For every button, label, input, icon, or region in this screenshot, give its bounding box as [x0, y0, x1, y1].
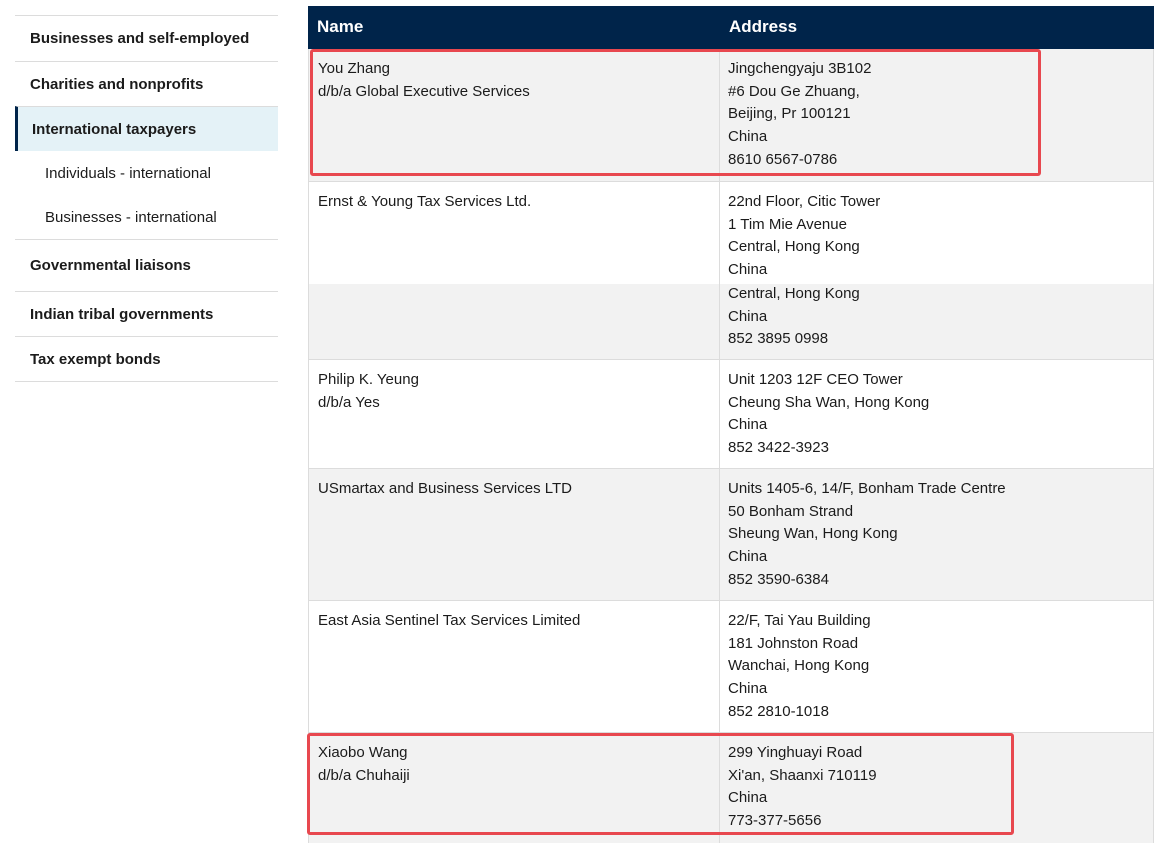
table-row: You Zhang d/b/a Global Executive Service… [308, 49, 1154, 182]
sidebar-item-label: Businesses - international [45, 208, 217, 226]
sidebar-item-international-taxpayers[interactable]: International taxpayers [15, 106, 278, 151]
name-line: You Zhang [318, 60, 391, 77]
name-line: Xiaobo Wang [318, 744, 408, 761]
name-line: d/b/a Yes [318, 393, 380, 411]
address-line: Wanchai, Hong Kong [728, 657, 870, 675]
sidebar-item-label: Governmental liaisons [30, 257, 191, 274]
sidebar-item-label: Individuals - international [45, 164, 211, 182]
address-cell: Unit 1203 12F CEO Tower Cheung Sha Wan, … [720, 360, 1154, 468]
address-line: 22/F, Tai Yau Building [728, 612, 871, 629]
address-line: China [728, 789, 768, 807]
address-line: China [728, 548, 768, 566]
name-cell: Xiaobo Wang d/b/a Chuhaiji [308, 733, 720, 843]
name-cell: East Asia Sentinel Tax Services Limited [308, 601, 720, 732]
address-cell: Jingchengyaju 3B102 #6 Dou Ge Zhuang, Be… [720, 49, 1154, 181]
preparers-table: Name Address You Zhang d/b/a Global Exec… [308, 6, 1154, 843]
sidebar-item-label: Tax exempt bonds [30, 350, 161, 368]
column-header-name: Name [317, 17, 364, 36]
address-line: China [728, 680, 768, 698]
name-line: Philip K. Yeung [318, 371, 419, 388]
table-row: Ernst & Young Tax Services Ltd. 22nd Flo… [308, 182, 1154, 360]
address-line: 1 Tim Mie Avenue [728, 215, 847, 233]
address-cell: 299 Yinghuayi Road Xi'an, Shaanxi 710119… [720, 733, 1154, 843]
name-line: d/b/a Chuhaiji [318, 766, 410, 784]
sidebar-divider [15, 381, 278, 382]
address-line: Sheung Wan, Hong Kong [728, 525, 898, 543]
sidebar-item-charities-nonprofits[interactable]: Charities and nonprofits [15, 61, 278, 106]
sidebar-nav: Businesses and self-employed Charities a… [15, 15, 278, 382]
name-cell: Ernst & Young Tax Services Ltd. [308, 182, 720, 359]
address-line: Beijing, Pr 100121 [728, 105, 851, 123]
address-line: 22nd Floor, Citic Tower [728, 193, 881, 210]
name-line: d/b/a Global Executive Services [318, 82, 530, 100]
address-line: Central, Hong Kong [728, 238, 860, 256]
address-line: Xi'an, Shaanxi 710119 [728, 766, 877, 784]
name-line: USmartax and Business Services LTD [318, 480, 572, 497]
address-line: Jingchengyaju 3B102 [728, 60, 872, 77]
address-line: China [728, 128, 768, 146]
address-line: Unit 1203 12F CEO Tower [728, 371, 903, 388]
address-line: 852 3590-6384 [728, 570, 829, 588]
address-cell: Units 1405-6, 14/F, Bonham Trade Centre … [720, 469, 1154, 600]
address-line: China [728, 416, 768, 434]
table-row: East Asia Sentinel Tax Services Limited … [308, 601, 1154, 733]
sidebar-item-tax-exempt-bonds[interactable]: Tax exempt bonds [15, 336, 278, 381]
table-row: Philip K. Yeung d/b/a Yes Unit 1203 12F … [308, 360, 1154, 469]
address-line: 852 2810-1018 [728, 702, 829, 720]
table-row: Xiaobo Wang d/b/a Chuhaiji 299 Yinghuayi… [308, 733, 1154, 843]
name-line: East Asia Sentinel Tax Services Limited [318, 612, 581, 629]
column-header-address: Address [729, 17, 798, 36]
address-line: 852 3895 0998 [728, 330, 829, 348]
sidebar-item-governmental-liaisons[interactable]: Governmental liaisons [15, 239, 278, 291]
sidebar-item-label: International taxpayers [32, 120, 197, 138]
address-line: #6 Dou Ge Zhuang, [728, 82, 860, 100]
sidebar-item-businesses-self-employed[interactable]: Businesses and self-employed [15, 15, 278, 61]
address-line: 852 3422-3923 [728, 439, 829, 457]
address-line: 299 Yinghuayi Road [728, 744, 863, 761]
address-line: China [728, 307, 768, 325]
address-line: 50 Bonham Strand [728, 502, 854, 520]
name-cell: You Zhang d/b/a Global Executive Service… [308, 49, 720, 181]
sidebar-subitem-businesses-international[interactable]: Businesses - international [15, 195, 278, 239]
address-line: 773-377-5656 [728, 812, 822, 830]
address-cell: 22nd Floor, Citic Tower 1 Tim Mie Avenue… [720, 182, 1154, 359]
name-cell: Philip K. Yeung d/b/a Yes [308, 360, 720, 468]
sidebar-item-label: Indian tribal governments [30, 305, 214, 323]
table-row: USmartax and Business Services LTD Units… [308, 469, 1154, 601]
name-line: Ernst & Young Tax Services Ltd. [318, 193, 532, 210]
sidebar-item-label: Businesses and self-employed [30, 30, 250, 47]
address-cell: 22/F, Tai Yau Building 181 Johnston Road… [720, 601, 1154, 732]
address-line: 8610 6567-0786 [728, 150, 838, 168]
sidebar-subitem-individuals-international[interactable]: Individuals - international [15, 151, 278, 195]
sidebar-item-indian-tribal-governments[interactable]: Indian tribal governments [15, 291, 278, 336]
name-cell: USmartax and Business Services LTD [308, 469, 720, 600]
table-header: Name Address [308, 6, 1154, 49]
address-line: Units 1405-6, 14/F, Bonham Trade Centre [728, 480, 1006, 497]
sidebar-item-label: Charities and nonprofits [30, 75, 204, 93]
address-line: 181 Johnston Road [728, 634, 859, 652]
address-line: Central, Hong Kong [728, 284, 860, 302]
address-line: Cheung Sha Wan, Hong Kong [728, 393, 930, 411]
address-line: China [728, 261, 768, 279]
